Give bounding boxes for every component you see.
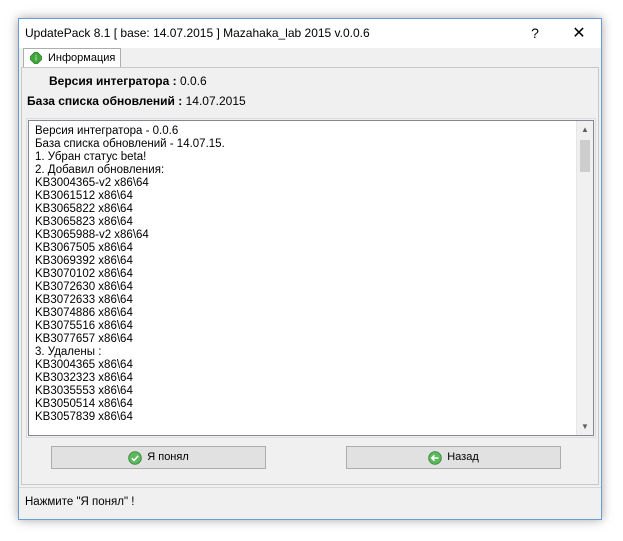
back-button[interactable]: Назад [346,446,561,469]
changelog-textbox[interactable]: Версия интегратора - 0.0.6 База списка об… [26,118,596,438]
changelog-line: Версия интегратора - 0.0.6 [35,125,179,137]
vertical-scrollbar[interactable]: ▲ ▼ [576,121,593,435]
changelog-line: KB3070102 x86\64 [35,268,133,280]
changelog-line: KB3077657 x86\64 [35,333,133,345]
changelog-line: KB3065822 x86\64 [35,203,133,215]
integrator-version-row: Версия интегратора : 0.0.6 [49,74,207,88]
help-button[interactable]: ? [513,19,557,48]
scroll-thumb[interactable] [580,140,590,172]
changelog-line: KB3072633 x86\64 [35,294,133,306]
changelog-line: KB3072630 x86\64 [35,281,133,293]
close-button[interactable]: ✕ [557,19,601,48]
window-title: UpdatePack 8.1 [ base: 14.07.2015 ] Maza… [25,26,370,40]
tab-information[interactable]: i Информация [23,48,121,68]
changelog-lines: Версия интегратора - 0.0.6 База списка об… [35,125,575,433]
scroll-down-icon[interactable]: ▼ [577,418,593,435]
changelog-line: KB3004365 x86\64 [35,359,133,371]
changelog-line: KB3074886 x86\64 [35,307,133,319]
scroll-up-icon[interactable]: ▲ [577,121,593,138]
title-bar[interactable]: UpdatePack 8.1 [ base: 14.07.2015 ] Maza… [19,19,601,48]
db-version-label: База списка обновлений : [27,94,183,108]
checkmark-icon [128,450,142,465]
changelog-line: 1. Убран статус beta! [35,151,147,163]
changelog-line: 3. Удалены : [35,346,102,358]
back-button-label: Назад [447,451,479,463]
changelog-line: База списка обновлений - 14.07.15. [35,138,225,150]
integrator-version-label: Версия интегратора : [49,74,177,88]
changelog-line: KB3067505 x86\64 [35,242,133,254]
status-bar: Нажмите "Я понял" ! [19,487,601,519]
info-icon: i [30,52,42,64]
changelog-line: KB3065823 x86\64 [35,216,133,228]
tab-strip: i Информация [19,48,601,68]
back-arrow-icon [428,450,442,465]
changelog-line: KB3004365-v2 x86\64 [35,177,149,189]
changelog-line: KB3069392 x86\64 [35,255,133,267]
changelog-line: KB3065988-v2 x86\64 [35,229,149,241]
changelog-line: 2. Добавил обновления: [35,164,165,176]
app-window: UpdatePack 8.1 [ base: 14.07.2015 ] Maza… [18,18,602,520]
changelog-line: KB3057839 x86\64 [35,411,133,423]
changelog-line: KB3035553 x86\64 [35,385,133,397]
db-version-row: База списка обновлений : 14.07.2015 [27,94,246,108]
changelog-line: KB3032323 x86\64 [35,372,133,384]
changelog-line: KB3061512 x86\64 [35,190,133,202]
understood-button[interactable]: Я понял [51,446,266,469]
understood-button-label: Я понял [147,451,189,463]
tab-label: Информация [48,52,116,64]
integrator-version-value: 0.0.6 [179,74,207,88]
status-text: Нажмите "Я понял" ! [25,496,135,508]
changelog-line: KB3050514 x86\64 [35,398,133,410]
svg-text:i: i [35,55,37,63]
changelog-line: KB3075516 x86\64 [35,320,133,332]
db-version-value: 14.07.2015 [185,94,246,108]
